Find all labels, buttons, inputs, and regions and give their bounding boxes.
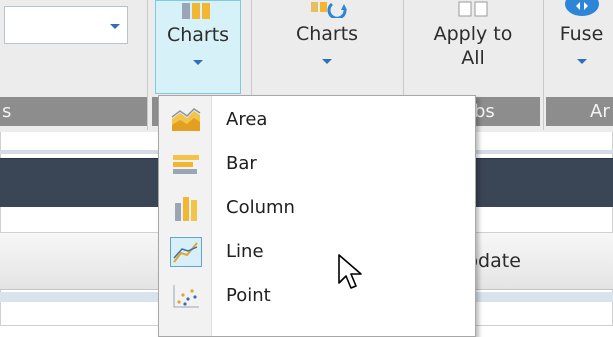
charts-icon bbox=[182, 3, 210, 19]
menu-item-point[interactable]: Point bbox=[159, 274, 475, 318]
menu-item-label: Bar bbox=[226, 153, 257, 174]
fuse-button[interactable]: Fuse bbox=[550, 0, 613, 94]
charts-dropdown-button[interactable]: Charts bbox=[155, 0, 241, 94]
chart-type-menu: Area Bar Column Line Point bbox=[158, 95, 476, 337]
menu-item-line[interactable]: Line bbox=[159, 230, 475, 274]
chevron-down-icon bbox=[576, 59, 587, 64]
group-label: s bbox=[2, 101, 12, 122]
menu-item-area[interactable]: Area bbox=[159, 98, 475, 142]
group-label-bar: Ar bbox=[546, 97, 613, 126]
refresh-charts-icon bbox=[311, 2, 347, 18]
menu-item-label: Point bbox=[226, 285, 271, 306]
group-label-bar: s bbox=[0, 97, 147, 126]
chevron-down-icon[interactable] bbox=[110, 24, 120, 29]
menu-item-bar[interactable]: Bar bbox=[159, 142, 475, 186]
group-label: Ar bbox=[590, 101, 610, 122]
chevron-down-icon bbox=[193, 60, 203, 65]
apply-to-label-line1: Apply to bbox=[433, 23, 513, 45]
column-chart-icon bbox=[175, 197, 197, 221]
fuse-button-label: Fuse bbox=[559, 23, 604, 45]
ribbon-combo-box[interactable] bbox=[4, 6, 128, 44]
menu-item-column[interactable]: Column bbox=[159, 186, 475, 230]
group-label: bs bbox=[474, 101, 495, 122]
apply-to-label-line2: All bbox=[461, 47, 485, 69]
menu-item-label: Column bbox=[226, 197, 295, 218]
mouse-cursor-icon bbox=[338, 254, 362, 289]
area-chart-icon bbox=[171, 108, 201, 131]
menu-item-label: Line bbox=[226, 241, 264, 262]
point-chart-icon bbox=[173, 285, 199, 308]
fuse-icon bbox=[564, 0, 599, 16]
charts-button-secondary[interactable]: Charts bbox=[262, 0, 392, 94]
group-separator bbox=[543, 0, 544, 130]
charts-button-label-secondary: Charts bbox=[295, 23, 359, 45]
menu-item-label: Area bbox=[226, 109, 268, 130]
charts-button-label: Charts bbox=[166, 24, 230, 46]
bar-chart-icon bbox=[173, 155, 199, 174]
group-separator bbox=[147, 0, 148, 130]
apply-to-all-button[interactable]: Apply to All bbox=[412, 0, 534, 94]
chevron-down-icon bbox=[322, 59, 332, 64]
line-chart-icon bbox=[173, 242, 198, 263]
apply-all-icon bbox=[458, 1, 488, 17]
